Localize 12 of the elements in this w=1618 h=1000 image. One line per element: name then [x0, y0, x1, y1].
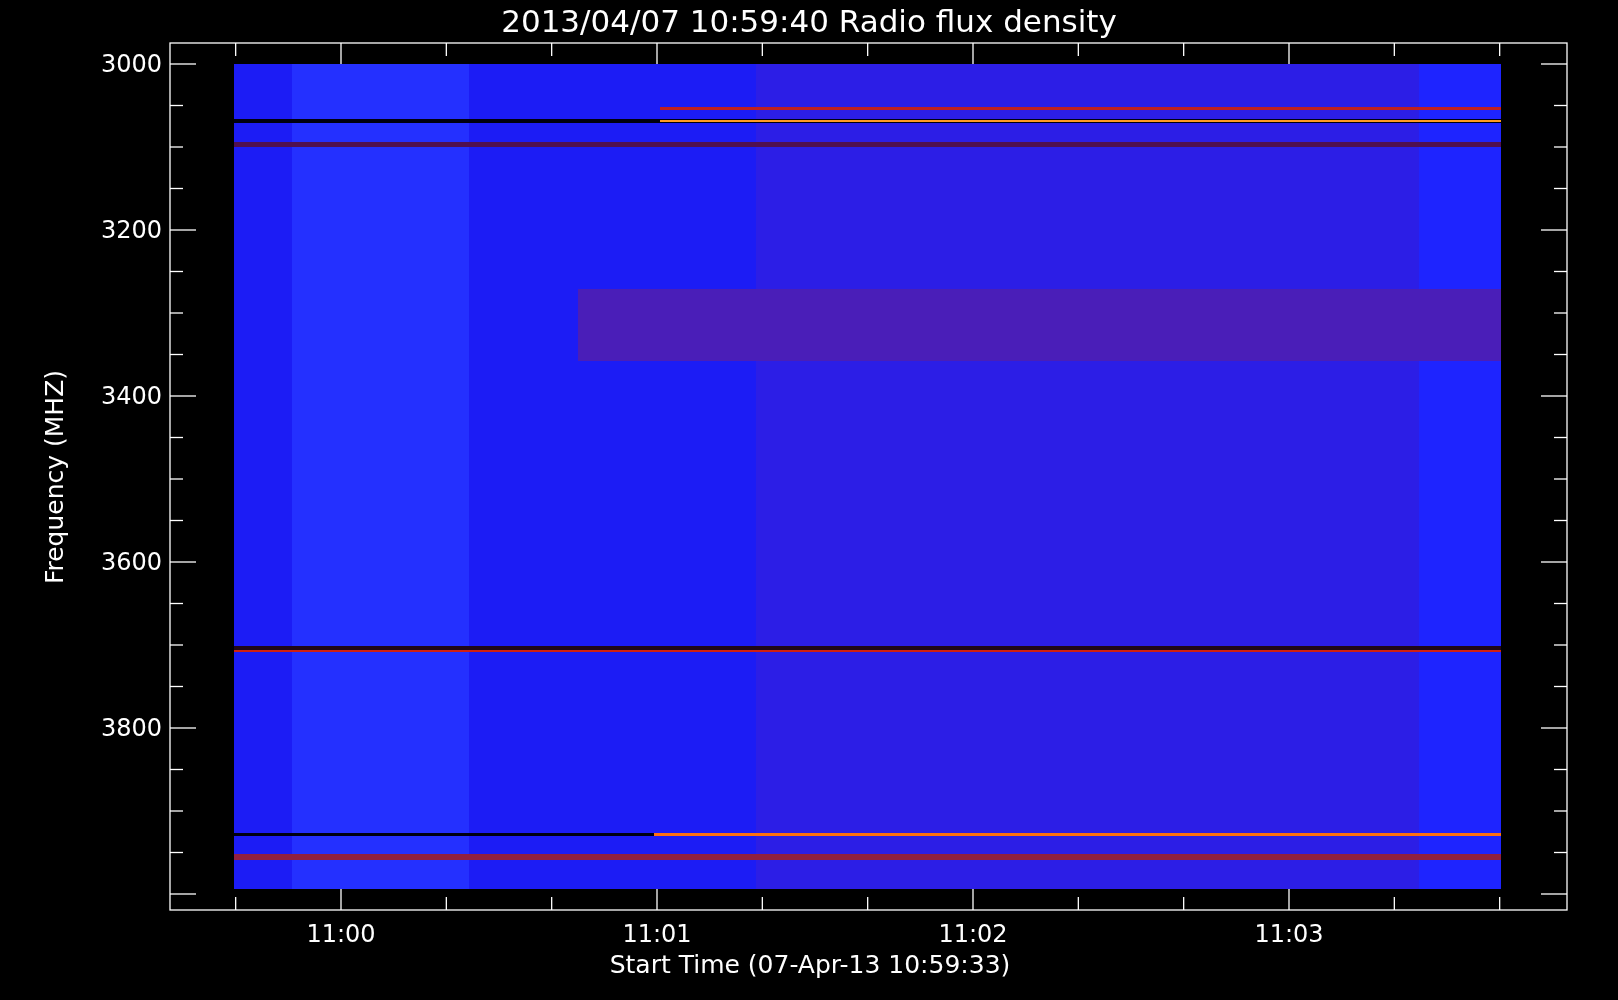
x-tick-label: 11:00: [305, 920, 377, 948]
y-tick-label: 3400: [100, 382, 162, 410]
x-axis-label: Start Time (07-Apr-13 10:59:33): [608, 950, 1012, 980]
x-tick-label: 11:02: [937, 920, 1009, 948]
y-tick-label: 3000: [100, 50, 162, 78]
y-axis-label: Frequency (MHZ): [40, 368, 70, 587]
y-tick-label: 3600: [100, 548, 162, 576]
x-tick-label: 11:03: [1253, 920, 1325, 948]
chart-title: 2013/04/07 10:59:40 Radio flux density: [500, 2, 1118, 41]
y-tick-label: 3800: [100, 714, 162, 742]
x-tick-label: 11:01: [621, 920, 693, 948]
y-tick-label: 3200: [100, 216, 162, 244]
